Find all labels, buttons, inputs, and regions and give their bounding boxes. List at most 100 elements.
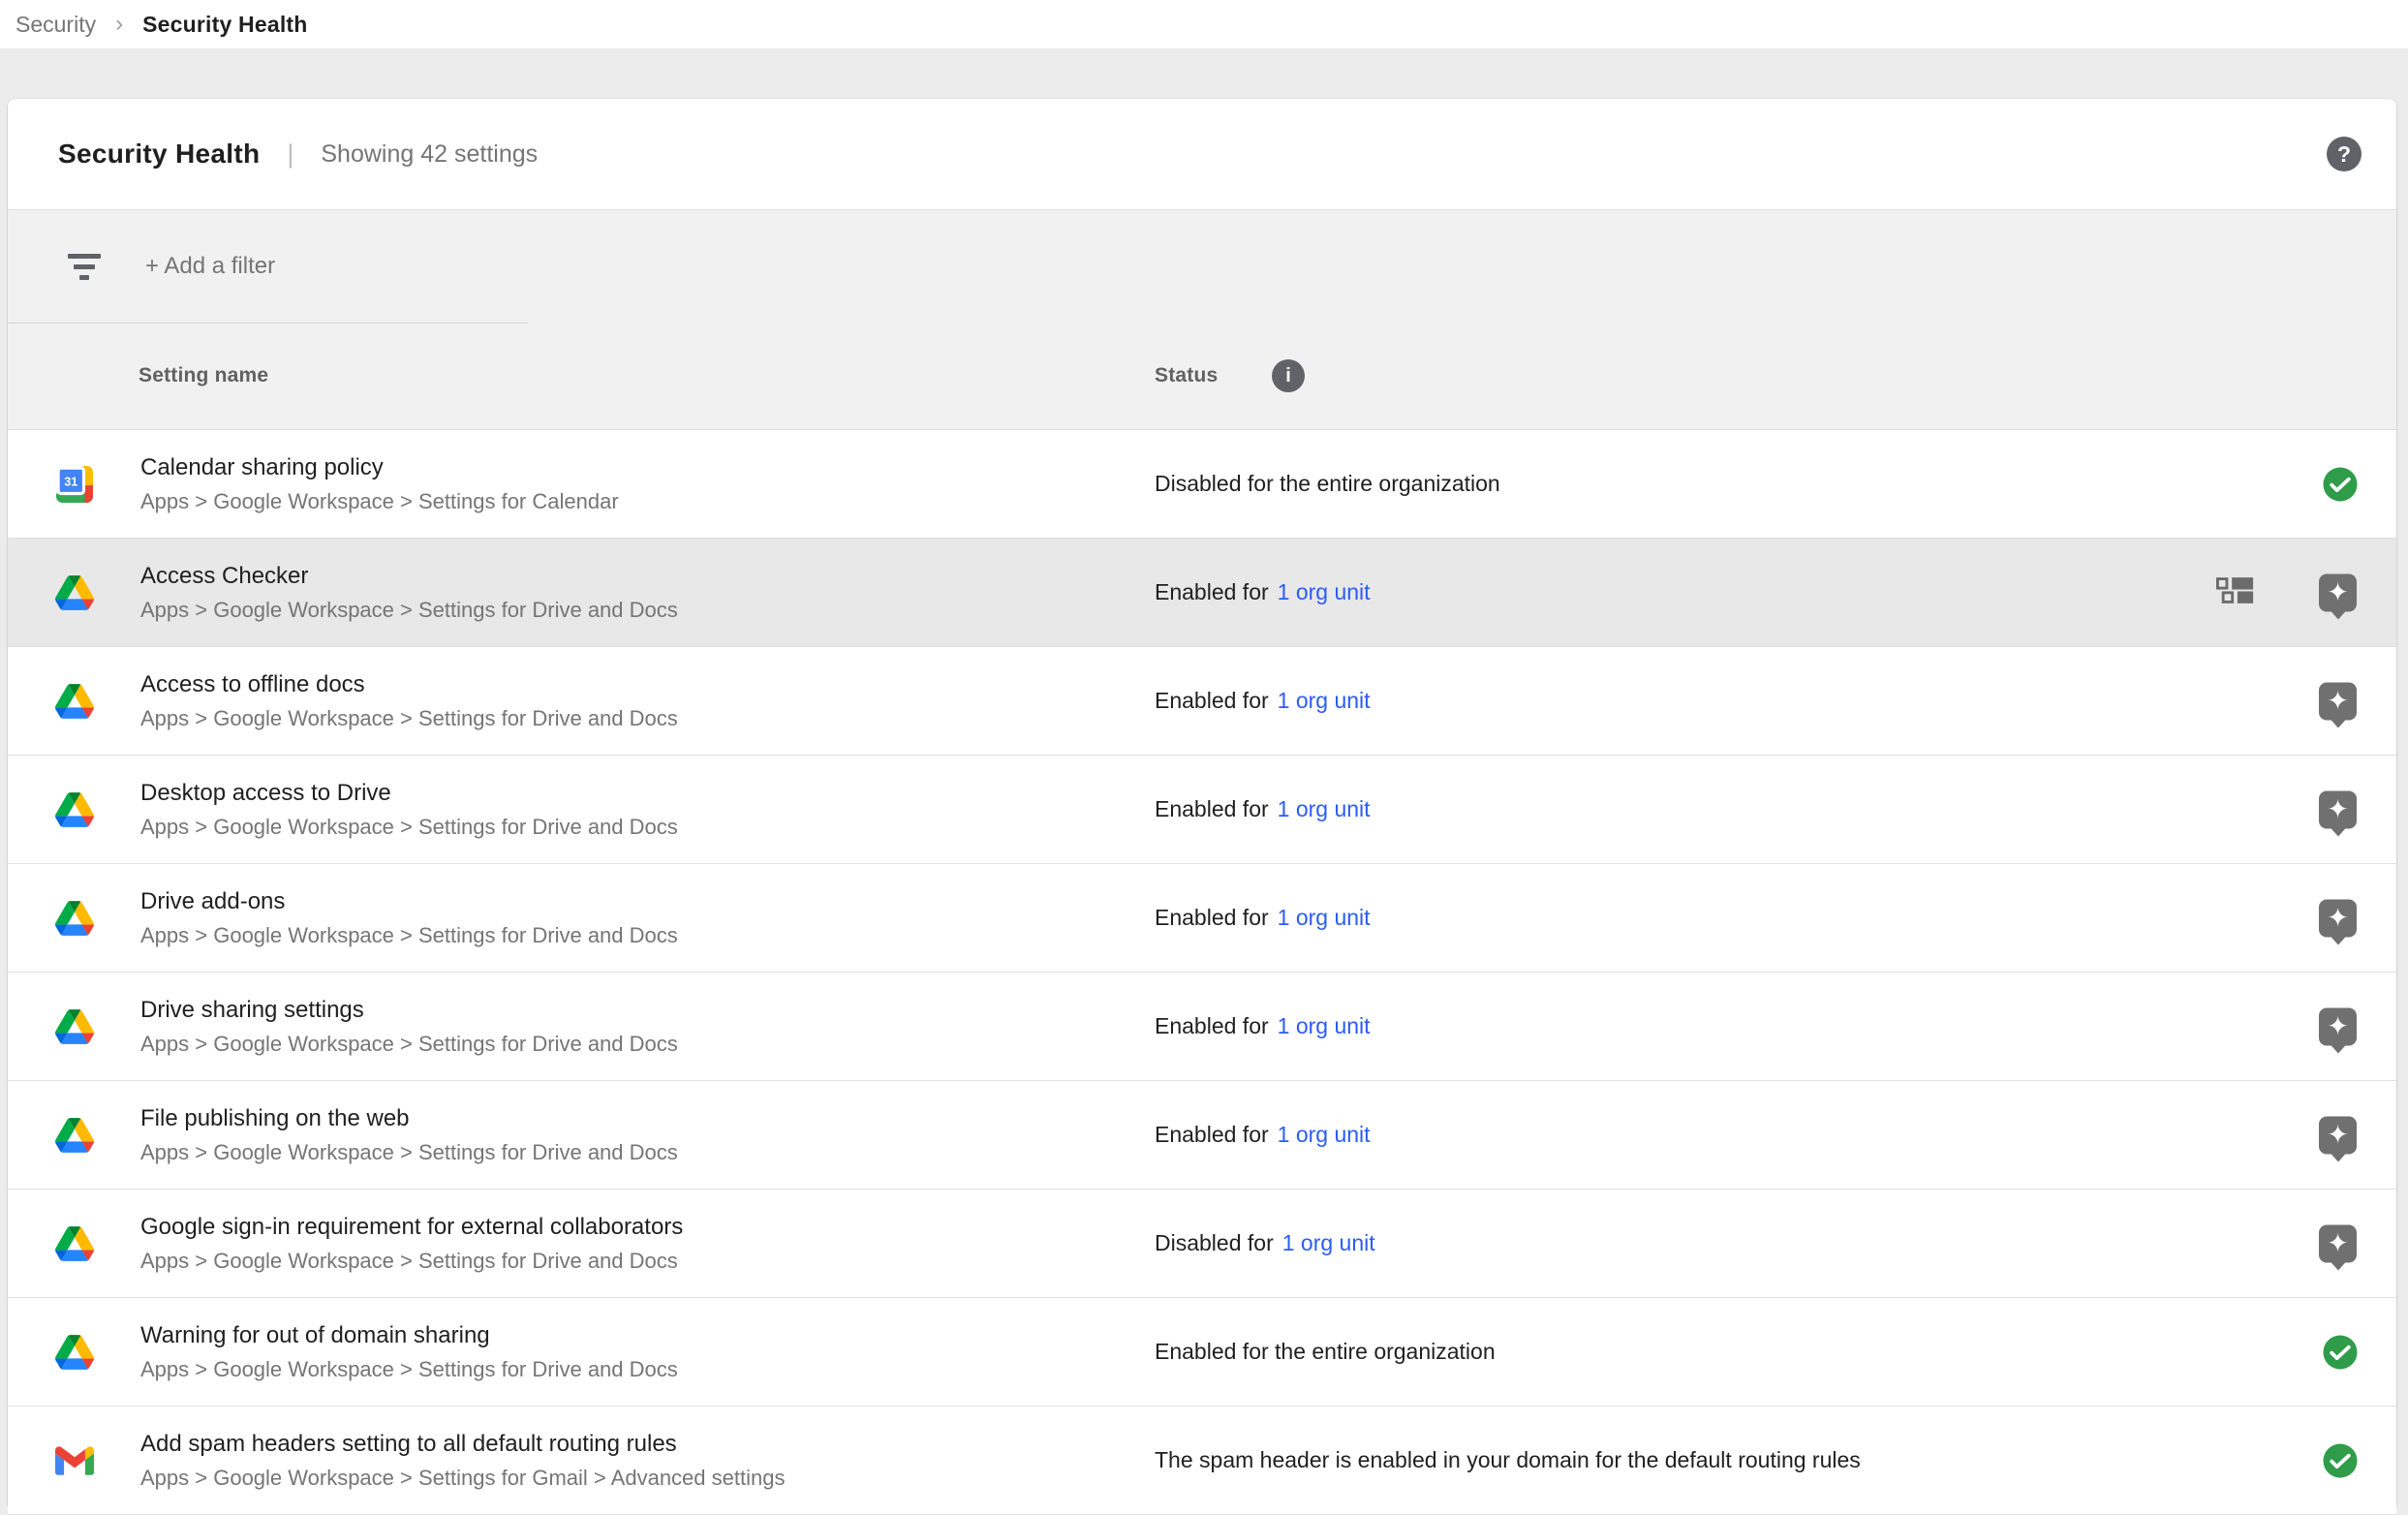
recommendation-icon[interactable]: ✦: [2319, 899, 2357, 937]
org-unit-rule-icon[interactable]: [2216, 576, 2255, 608]
title-separator: |: [287, 139, 293, 170]
setting-title: Add spam headers setting to all default …: [140, 1430, 785, 1459]
table-row[interactable]: 31 Add spam headers setting: [8, 1407, 2396, 1515]
setting-title: Google sign-in requirement for external …: [140, 1213, 683, 1242]
org-unit-link[interactable]: 1 org unit: [1278, 579, 1371, 605]
gmail-icon: [54, 1440, 95, 1481]
recommendation-icon[interactable]: ✦: [2319, 1116, 2357, 1154]
status-text: Enabled for: [1155, 905, 1269, 931]
setting-status: Enabled for 1 org unit: [1155, 647, 1371, 755]
recommendation-icon[interactable]: ✦: [2319, 1007, 2357, 1045]
breadcrumb-security-link[interactable]: Security: [15, 12, 96, 38]
setting-status: Enabled for the entire organization: [1155, 1298, 1496, 1406]
table-row[interactable]: 31 Drive sharing settings: [8, 973, 2396, 1081]
setting-title: File publishing on the web: [140, 1104, 678, 1133]
card-header: Security Health | Showing 42 settings ?: [8, 99, 2396, 209]
setting-title: Warning for out of domain sharing: [140, 1321, 678, 1350]
setting-title: Drive add-ons: [140, 887, 678, 916]
setting-text: Warning for out of domain sharing Apps >…: [140, 1321, 678, 1383]
status-text: Enabled for: [1155, 1122, 1269, 1148]
table-row[interactable]: 31 Drive add-ons Apps: [8, 864, 2396, 973]
sparkle-icon: ✦: [2319, 899, 2357, 937]
status-ok-icon: [2320, 464, 2361, 505]
recommendation-icon[interactable]: ✦: [2319, 790, 2357, 828]
status-text: Enabled for: [1155, 796, 1269, 822]
setting-text: Calendar sharing policy Apps > Google Wo…: [140, 453, 619, 515]
sparkle-icon: ✦: [2319, 790, 2357, 828]
recommendation-icon[interactable]: ✦: [2319, 1224, 2357, 1262]
help-icon[interactable]: ?: [2327, 137, 2362, 171]
table-row[interactable]: 31 Desktop access to Drive: [8, 756, 2396, 864]
setting-status: Disabled for the entire organization: [1155, 430, 1500, 538]
setting-path: Apps > Google Workspace > Settings for D…: [140, 705, 678, 732]
sparkle-icon: ✦: [2319, 1007, 2357, 1045]
column-setting-name: Setting name: [139, 364, 268, 387]
setting-path: Apps > Google Workspace > Settings for D…: [140, 597, 678, 624]
status-text: The spam header is enabled in your domai…: [1155, 1447, 1861, 1473]
sparkle-icon: ✦: [2319, 1116, 2357, 1154]
org-unit-link[interactable]: 1 org unit: [1278, 688, 1371, 714]
status-ok-icon: [2320, 1440, 2361, 1481]
security-health-screen: Security › Security Health Security Heal…: [0, 0, 2408, 1505]
org-unit-link[interactable]: 1 org unit: [1278, 905, 1371, 931]
setting-path: Apps > Google Workspace > Settings for D…: [140, 1139, 678, 1166]
setting-status: Enabled for 1 org unit: [1155, 1081, 1371, 1189]
add-filter-button[interactable]: + Add a filter: [145, 253, 275, 280]
drive-icon: [54, 898, 95, 939]
status-text: Enabled for: [1155, 688, 1269, 714]
filter-bar: + Add a filter: [8, 210, 2396, 323]
setting-title: Desktop access to Drive: [140, 779, 678, 808]
table-row[interactable]: 31 File publishing on the w: [8, 1081, 2396, 1190]
settings-count: Showing 42 settings: [321, 140, 538, 169]
recommendation-icon[interactable]: ✦: [2319, 573, 2357, 611]
setting-text: Desktop access to Drive Apps > Google Wo…: [140, 779, 678, 841]
status-ok-icon: [2320, 1332, 2361, 1373]
column-status: Status: [1155, 364, 1218, 387]
status-text: Enabled for the entire organization: [1155, 1339, 1496, 1365]
table-row[interactable]: 31 Google sign-in requireme: [8, 1190, 2396, 1298]
info-icon[interactable]: i: [1272, 359, 1305, 392]
page-title: Security Health: [58, 139, 260, 170]
drive-icon: [54, 681, 95, 722]
drive-icon: [54, 1115, 95, 1156]
sparkle-icon: ✦: [2319, 1224, 2357, 1262]
filter-and-header-band: + Add a filter Setting name Status i: [8, 209, 2396, 430]
setting-text: Google sign-in requirement for external …: [140, 1213, 683, 1275]
setting-path: Apps > Google Workspace > Settings for D…: [140, 1031, 678, 1058]
org-unit-link[interactable]: 1 org unit: [1278, 1122, 1371, 1148]
table-header: Setting name Status i: [8, 323, 2396, 429]
setting-path: Apps > Google Workspace > Settings for D…: [140, 1356, 678, 1383]
sparkle-icon: ✦: [2319, 573, 2357, 611]
table-row[interactable]: 31 Access to offline docs: [8, 647, 2396, 756]
status-text: Enabled for: [1155, 1013, 1269, 1039]
status-text: Disabled for the entire organization: [1155, 471, 1500, 497]
org-unit-link[interactable]: 1 org unit: [1282, 1230, 1375, 1256]
drive-icon: [54, 1332, 95, 1373]
filter-icon[interactable]: [66, 254, 103, 280]
setting-path: Apps > Google Workspace > Settings for G…: [140, 1465, 785, 1492]
recommendation-icon[interactable]: ✦: [2319, 682, 2357, 720]
setting-status: Enabled for 1 org unit: [1155, 539, 1371, 646]
settings-list: 31 Calendar sharing policy: [8, 430, 2396, 1515]
setting-text: Access Checker Apps > Google Workspace >…: [140, 562, 678, 624]
breadcrumb: Security › Security Health: [0, 0, 2408, 48]
setting-text: Add spam headers setting to all default …: [140, 1430, 785, 1492]
status-text: Disabled for: [1155, 1230, 1274, 1256]
setting-status: Enabled for 1 org unit: [1155, 864, 1371, 972]
drive-icon: [54, 789, 95, 830]
table-row[interactable]: 31 Calendar sharing policy: [8, 430, 2396, 539]
setting-title: Access Checker: [140, 562, 678, 591]
setting-path: Apps > Google Workspace > Settings for D…: [140, 922, 678, 949]
drive-icon: [54, 1006, 95, 1047]
setting-title: Drive sharing settings: [140, 996, 678, 1025]
calendar-icon: 31: [54, 464, 95, 505]
table-row[interactable]: 31 Access Checker App: [8, 539, 2396, 647]
setting-text: Access to offline docs Apps > Google Wor…: [140, 670, 678, 732]
setting-title: Calendar sharing policy: [140, 453, 619, 482]
org-unit-link[interactable]: 1 org unit: [1278, 796, 1371, 822]
setting-path: Apps > Google Workspace > Settings for C…: [140, 488, 619, 515]
table-row[interactable]: 31 Warning for out of domai: [8, 1298, 2396, 1407]
setting-text: Drive add-ons Apps > Google Workspace > …: [140, 887, 678, 949]
org-unit-link[interactable]: 1 org unit: [1278, 1013, 1371, 1039]
setting-title: Access to offline docs: [140, 670, 678, 699]
